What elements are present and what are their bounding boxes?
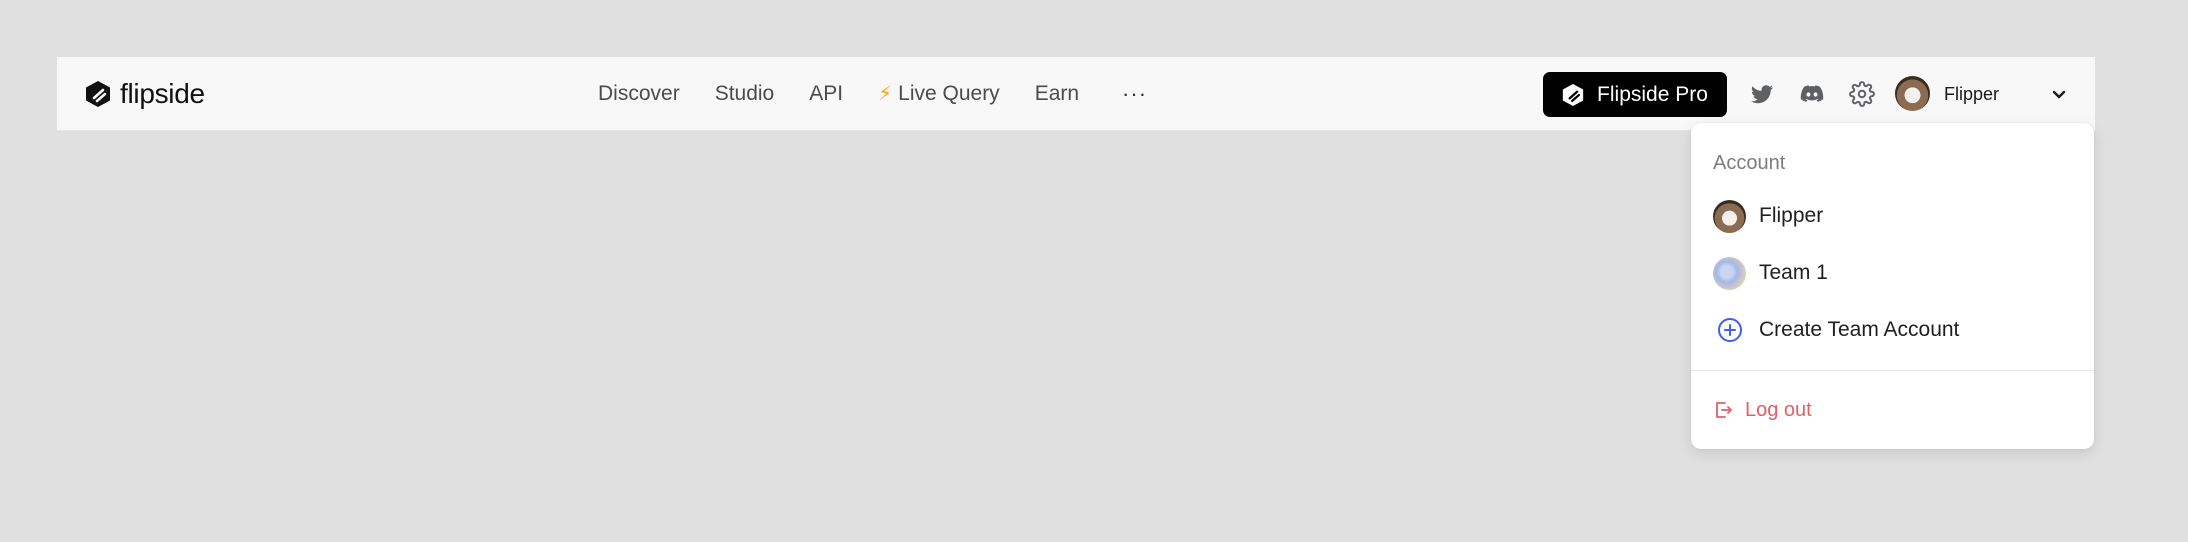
account-item-flipper[interactable]: Flipper <box>1713 198 1823 234</box>
account-item-team-1[interactable]: Team 1 <box>1713 255 1828 291</box>
logout-icon <box>1716 402 1732 418</box>
logo-text: flipside <box>120 78 205 109</box>
chevron-down-icon[interactable] <box>2049 84 2069 104</box>
avatar[interactable] <box>1895 76 1930 111</box>
dropdown-header: Account <box>1713 152 1786 174</box>
nav-earn[interactable]: Earn <box>1035 78 1079 110</box>
avatar <box>1713 199 1746 233</box>
nav-live-query-label: Live Query <box>898 82 1000 105</box>
flipside-logo[interactable]: flipside <box>85 78 205 110</box>
logout-label: Log out <box>1745 399 1812 421</box>
create-team-label: Create Team Account <box>1759 318 1960 341</box>
dropdown-divider <box>1691 370 2094 371</box>
lightning-icon: ⚡ <box>878 83 893 105</box>
nav-discover[interactable]: Discover <box>598 78 680 110</box>
flipside-pro-button[interactable]: Flipside Pro <box>1543 72 1727 117</box>
user-name[interactable]: Flipper <box>1944 78 1999 110</box>
flipside-logo-icon <box>86 81 110 107</box>
plus-circle-icon <box>1713 314 1746 347</box>
nav-studio-label: Studio <box>714 82 775 105</box>
discord-icon[interactable] <box>1799 81 1825 107</box>
top-navbar: flipside Discover Studio API ⚡ Live Query… <box>57 57 2095 131</box>
nav-studio[interactable]: Studio <box>715 78 775 110</box>
more-menu-button[interactable]: ··· <box>1122 78 1147 110</box>
gear-icon[interactable] <box>1849 81 1875 107</box>
create-team-account-button[interactable]: Create Team Account <box>1713 312 1959 348</box>
account-label: Flipper <box>1759 204 1824 227</box>
nav-api-label: API <box>809 82 844 105</box>
team-avatar <box>1713 256 1746 290</box>
nav-earn-label: Earn <box>1034 82 1080 105</box>
account-dropdown: Account Flipper Team 1 Create Team Accou… <box>1691 123 2094 449</box>
pro-button-label: Flipside Pro <box>1597 82 1708 106</box>
logout-button[interactable]: Log out <box>1713 395 1812 425</box>
nav-live-query[interactable]: ⚡ Live Query <box>878 78 1000 110</box>
main-nav: Discover Studio API ⚡ Live Query Earn ··· <box>598 78 1147 110</box>
account-label: Team 1 <box>1759 261 1828 284</box>
twitter-icon[interactable] <box>1749 81 1775 107</box>
nav-api[interactable]: API <box>809 78 843 110</box>
nav-discover-label: Discover <box>598 82 680 105</box>
flipside-logo-icon <box>1562 83 1584 106</box>
